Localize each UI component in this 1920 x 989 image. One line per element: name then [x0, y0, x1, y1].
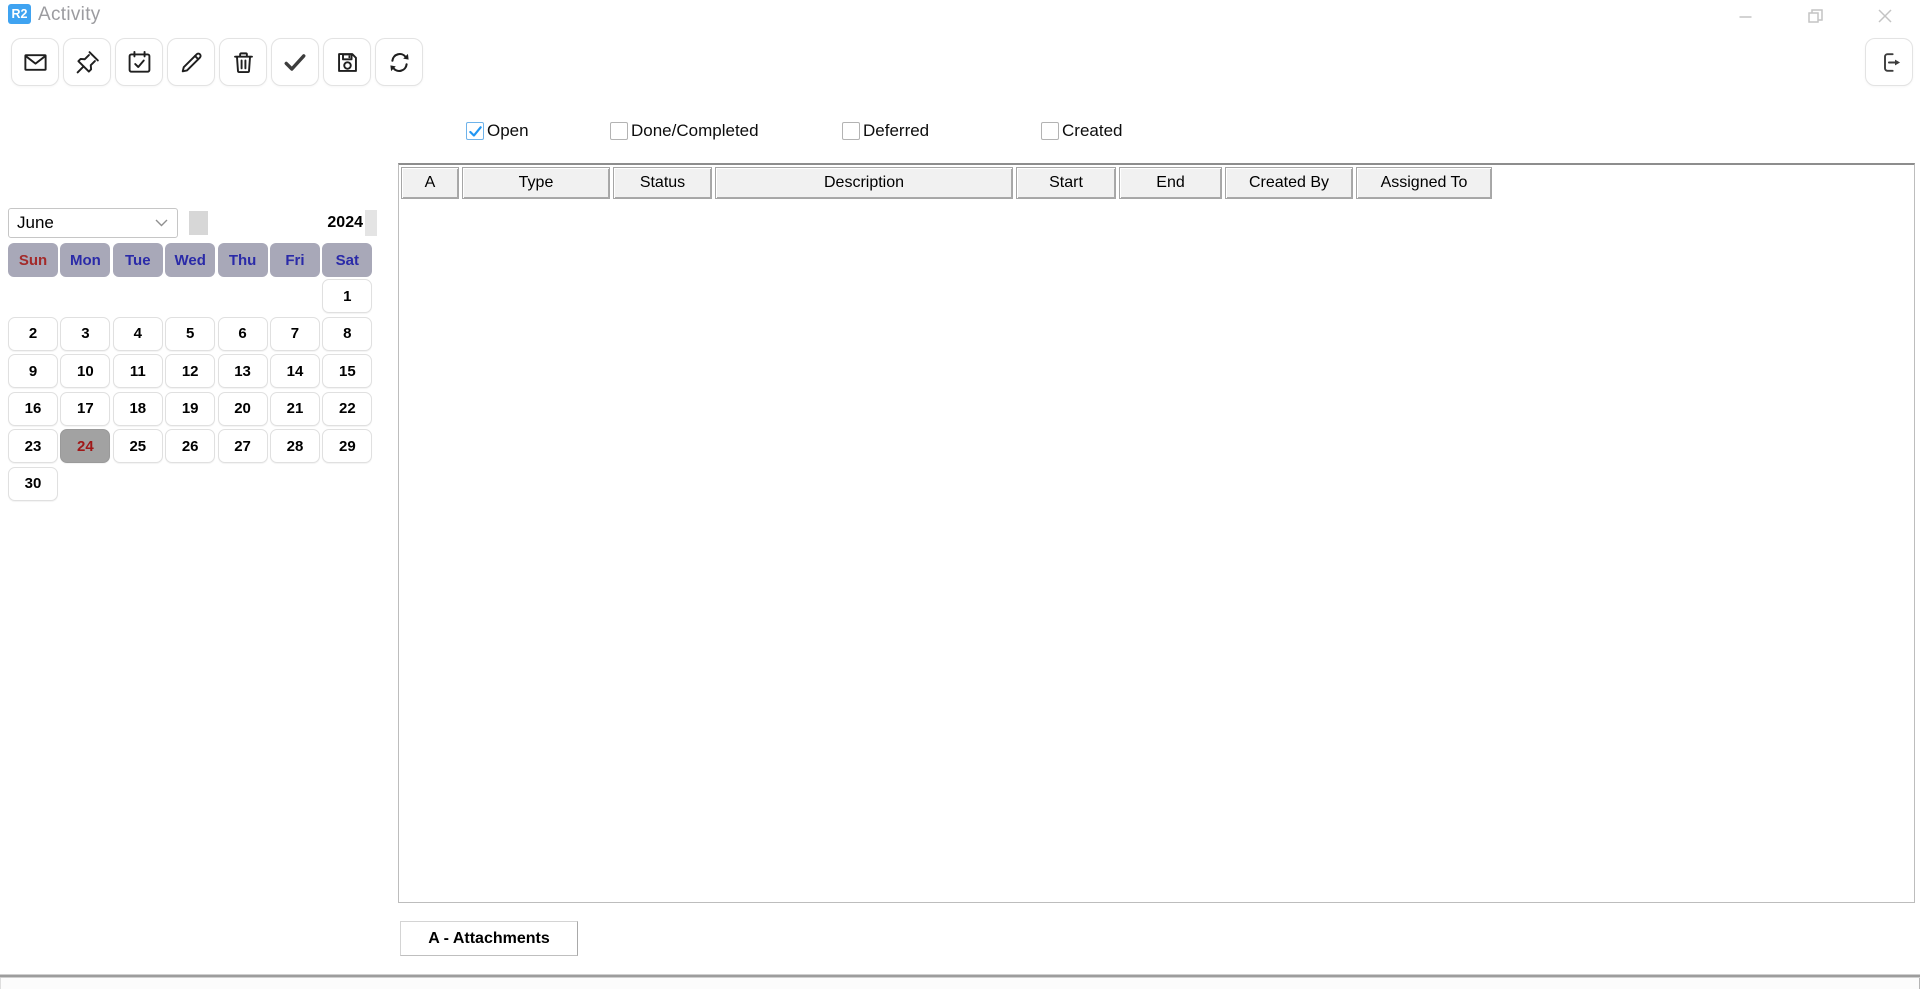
- calendar-day-cell[interactable]: 20: [218, 392, 268, 426]
- toolbar: [11, 38, 423, 86]
- minimize-button[interactable]: [1732, 6, 1758, 26]
- filter-open[interactable]: Open: [466, 121, 529, 141]
- filter-done-completed-label: Done/Completed: [631, 121, 759, 141]
- calendar-day-cell-selected[interactable]: 24: [60, 429, 110, 463]
- trash-icon: [230, 49, 257, 76]
- calendar-day-cell[interactable]: 23: [8, 429, 58, 463]
- column-header-end[interactable]: End: [1119, 167, 1222, 199]
- calendar-day-cell[interactable]: 21: [270, 392, 320, 426]
- day-header-tue: Tue: [113, 243, 163, 277]
- calendar-day-cell[interactable]: 13: [218, 354, 268, 388]
- window-title: Activity: [38, 4, 101, 26]
- day-header-thu: Thu: [218, 243, 268, 277]
- close-button[interactable]: [1872, 6, 1898, 26]
- envelope-icon: [22, 49, 49, 76]
- refresh-icon: [386, 49, 413, 76]
- schedule-button[interactable]: [115, 38, 163, 86]
- calendar-day-cell[interactable]: 18: [113, 392, 163, 426]
- pin-button[interactable]: [63, 38, 111, 86]
- exit-icon: [1876, 49, 1903, 76]
- day-header-sat: Sat: [322, 243, 372, 277]
- filter-deferred[interactable]: Deferred: [842, 121, 929, 141]
- activity-window: R2 Activity: [0, 0, 1920, 989]
- maximize-button[interactable]: [1802, 6, 1828, 26]
- calendar-day-cell[interactable]: 16: [8, 392, 58, 426]
- calendar-day-cell[interactable]: 26: [165, 429, 215, 463]
- calendar-controls: June 2024: [8, 208, 376, 238]
- checkbox-deferred[interactable]: [842, 122, 860, 140]
- calendar-day-headers: Sun Mon Tue Wed Thu Fri Sat: [8, 243, 372, 277]
- status-bar: [0, 978, 1920, 989]
- calendar-day-cell[interactable]: 15: [322, 354, 372, 388]
- calendar-day-cell[interactable]: 6: [218, 317, 268, 351]
- pencil-icon: [178, 49, 205, 76]
- complete-button[interactable]: [271, 38, 319, 86]
- chevron-down-icon: [155, 219, 168, 227]
- calendar-day-cell[interactable]: 17: [60, 392, 110, 426]
- delete-button[interactable]: [219, 38, 267, 86]
- calendar-day-cell[interactable]: 28: [270, 429, 320, 463]
- month-spinner[interactable]: [189, 211, 208, 235]
- pushpin-icon: [74, 49, 101, 76]
- month-select[interactable]: June: [8, 208, 178, 238]
- year-spinner[interactable]: [365, 210, 377, 236]
- refresh-button[interactable]: [375, 38, 423, 86]
- column-header-status[interactable]: Status: [613, 167, 712, 199]
- save-button[interactable]: [323, 38, 371, 86]
- filter-open-label: Open: [487, 121, 529, 141]
- column-header-description[interactable]: Description: [715, 167, 1013, 199]
- exit-button[interactable]: [1865, 38, 1913, 86]
- check-icon: [468, 124, 483, 139]
- edit-button[interactable]: [167, 38, 215, 86]
- calendar-day-cell[interactable]: 12: [165, 354, 215, 388]
- day-header-fri: Fri: [270, 243, 320, 277]
- calendar-day-cell[interactable]: 5: [165, 317, 215, 351]
- filter-created-label: Created: [1062, 121, 1122, 141]
- calendar-day-cell[interactable]: 9: [8, 354, 58, 388]
- minimize-icon: [1739, 11, 1752, 22]
- calendar-day-cell[interactable]: 7: [270, 317, 320, 351]
- calendar-day-cell[interactable]: 2: [8, 317, 58, 351]
- calendar-day-cell[interactable]: 10: [60, 354, 110, 388]
- calendar-day-cell[interactable]: 3: [60, 317, 110, 351]
- calendar-day-cell[interactable]: 22: [322, 392, 372, 426]
- close-icon: [1878, 9, 1892, 23]
- checkbox-open[interactable]: [466, 122, 484, 140]
- calendar-day-cell[interactable]: 25: [113, 429, 163, 463]
- save-icon: [334, 49, 361, 76]
- table-header-row: A Type Status Description Start End Crea…: [399, 165, 1914, 199]
- calendar-day-cell[interactable]: 8: [322, 317, 372, 351]
- calendar-day-cell[interactable]: 19: [165, 392, 215, 426]
- year-field[interactable]: 2024: [211, 208, 363, 238]
- restore-icon: [1808, 9, 1823, 23]
- checkbox-done-completed[interactable]: [610, 122, 628, 140]
- column-header-assigned-to[interactable]: Assigned To: [1356, 167, 1492, 199]
- month-select-value: June: [17, 213, 54, 233]
- calendar-day-cell[interactable]: 1: [322, 279, 372, 313]
- calendar-day-cell[interactable]: 4: [113, 317, 163, 351]
- checkbox-created[interactable]: [1041, 122, 1059, 140]
- column-header-type[interactable]: Type: [462, 167, 610, 199]
- filter-created[interactable]: Created: [1041, 121, 1122, 141]
- calendar-check-icon: [126, 49, 153, 76]
- filter-deferred-label: Deferred: [863, 121, 929, 141]
- calendar-day-cell[interactable]: 27: [218, 429, 268, 463]
- checkmark-icon: [281, 48, 309, 76]
- day-header-sun: Sun: [8, 243, 58, 277]
- calendar-day-cell[interactable]: 14: [270, 354, 320, 388]
- column-header-start[interactable]: Start: [1016, 167, 1116, 199]
- activity-table: A Type Status Description Start End Crea…: [398, 163, 1915, 903]
- calendar-grid: 1234567891011121314151617181920212223242…: [8, 279, 372, 501]
- email-button[interactable]: [11, 38, 59, 86]
- filter-done-completed[interactable]: Done/Completed: [610, 121, 759, 141]
- calendar-day-cell[interactable]: 30: [8, 467, 58, 501]
- column-header-attachments[interactable]: A: [401, 167, 459, 199]
- column-header-created-by[interactable]: Created By: [1225, 167, 1353, 199]
- day-header-wed: Wed: [165, 243, 215, 277]
- app-logo: R2: [8, 4, 31, 24]
- day-header-mon: Mon: [60, 243, 110, 277]
- calendar-day-cell[interactable]: 11: [113, 354, 163, 388]
- calendar-day-cell[interactable]: 29: [322, 429, 372, 463]
- attachments-legend: A - Attachments: [400, 921, 578, 956]
